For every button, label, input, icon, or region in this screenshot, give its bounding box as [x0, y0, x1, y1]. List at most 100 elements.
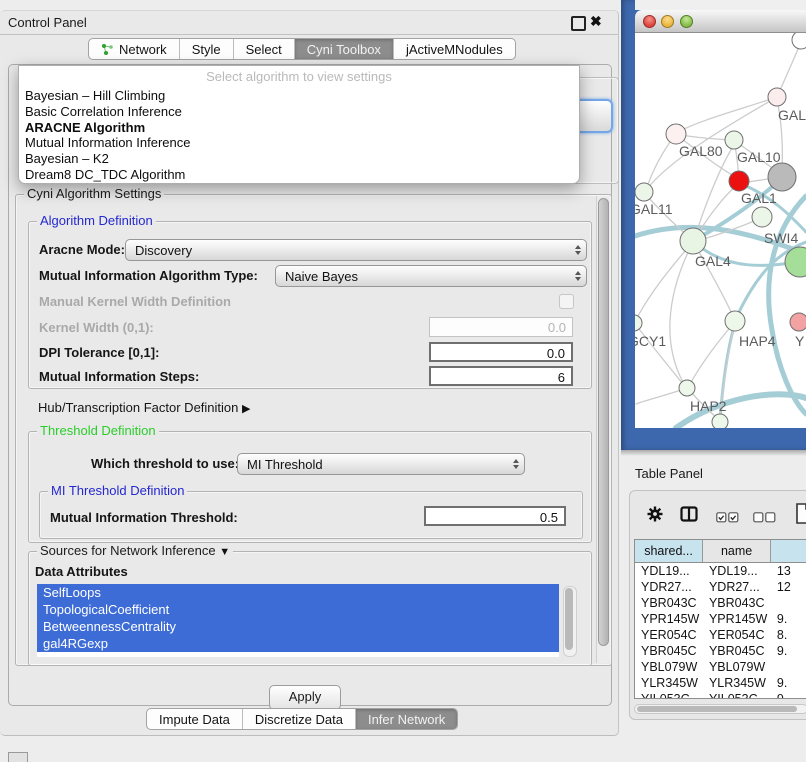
table-row[interactable]: YDR27...YDR27...12: [635, 579, 806, 595]
network-node-gal1[interactable]: [729, 171, 749, 191]
network-node-gal[interactable]: [768, 88, 786, 106]
network-node-hap4[interactable]: [725, 311, 745, 331]
sources-group-toggle[interactable]: Sources for Network Inference ▼: [37, 544, 233, 559]
window-shadow: [621, 450, 806, 456]
network-window-titlebar[interactable]: [635, 10, 806, 33]
table-row[interactable]: YDL19...YDL19...13: [635, 563, 806, 579]
tab-label: jActiveMNodules: [406, 42, 503, 57]
network-edge[interactable]: [769, 196, 806, 414]
algorithm-item[interactable]: ARACNE Algorithm: [25, 120, 573, 136]
aracne-mode-select[interactable]: Discovery: [125, 239, 587, 261]
tab-label: Cyni Toolbox: [307, 42, 381, 57]
select-all-checkboxes-icon[interactable]: [716, 512, 739, 523]
which-threshold-select[interactable]: MI Threshold: [237, 453, 525, 475]
zoom-traffic-light[interactable]: [680, 15, 693, 28]
column-header[interactable]: [771, 540, 806, 562]
table-cell: YDL19...: [635, 563, 703, 579]
table-row[interactable]: YIL053CYIL053C9: [635, 691, 806, 699]
apply-button[interactable]: Apply: [269, 685, 341, 710]
network-node[interactable]: [768, 163, 796, 191]
settings-scrollbar[interactable]: [596, 196, 610, 663]
table-row[interactable]: YLR345WYLR345W9.: [635, 675, 806, 691]
table-scroll-thumb[interactable]: [637, 706, 797, 712]
table-row[interactable]: YBL079WYBL079W: [635, 659, 806, 675]
attribute-item[interactable]: gal4RGexp: [37, 635, 559, 652]
table-row[interactable]: YBR043CYBR043C: [635, 595, 806, 611]
sources-group-title: Sources for Network Inference: [40, 543, 216, 558]
network-canvas[interactable]: GALGAL80GAL10GAL1GAL11SWI4GAL4GCY1HAP4YH…: [635, 33, 806, 428]
algorithm-dropdown-popup: Select algorithm to view settings Bayesi…: [18, 65, 580, 184]
attributes-scroll-thumb[interactable]: [565, 588, 573, 650]
table-cell: YER054C: [635, 627, 703, 643]
column-header[interactable]: name: [703, 540, 771, 562]
node-label: HAP2: [690, 398, 727, 414]
network-node-gal4[interactable]: [680, 228, 706, 254]
float-window-icon[interactable]: [571, 16, 586, 31]
tab-label: Discretize Data: [255, 712, 343, 727]
table-cell: 9.: [771, 643, 806, 659]
tab-cyni-toolbox[interactable]: Cyni Toolbox: [295, 39, 394, 59]
settings-scroll-thumb[interactable]: [598, 198, 609, 646]
minimize-traffic-light[interactable]: [661, 15, 674, 28]
attributes-scrollbar[interactable]: [563, 586, 577, 657]
mi-steps-label: Mutual Information Steps:: [39, 369, 199, 384]
columns-icon[interactable]: [680, 506, 698, 522]
tab-impute-data[interactable]: Impute Data: [147, 709, 243, 729]
algorithm-item[interactable]: Mutual Information Inference: [25, 135, 573, 151]
column-header[interactable]: shared...: [635, 540, 703, 562]
table-panel-title: Table Panel: [635, 466, 703, 481]
dpi-tolerance-input[interactable]: 0.0: [429, 342, 573, 362]
gear-icon[interactable]: [647, 506, 663, 522]
tab-style[interactable]: Style: [180, 39, 234, 59]
attribute-item[interactable]: SelfLoops: [37, 584, 559, 601]
tab-select[interactable]: Select: [234, 39, 295, 59]
table-horizontal-scrollbar[interactable]: [634, 704, 806, 714]
network-node-hap2[interactable]: [679, 380, 695, 396]
tab-discretize-data[interactable]: Discretize Data: [243, 709, 356, 729]
close-traffic-light[interactable]: [643, 15, 656, 28]
mi-steps-input[interactable]: 6: [429, 366, 573, 386]
table-cell: 9.: [771, 675, 806, 691]
background-sliver: [635, 0, 806, 10]
network-edge[interactable]: [636, 243, 692, 320]
network-node-gal10[interactable]: [725, 131, 743, 149]
algorithm-item[interactable]: Basic Correlation Inference: [25, 104, 573, 120]
network-node[interactable]: [712, 414, 728, 428]
algorithm-item[interactable]: Dream8 DC_TDC Algorithm: [25, 167, 573, 183]
corner-button[interactable]: [8, 752, 28, 762]
table-header: shared...name: [635, 540, 806, 563]
algorithm-item[interactable]: Bayesian – Hill Climbing: [25, 88, 573, 104]
table-row[interactable]: YBR045CYBR045C9.: [635, 643, 806, 659]
algorithm-item[interactable]: Bayesian – K2: [25, 151, 573, 167]
document-icon[interactable]: [796, 503, 806, 524]
deselect-all-checkboxes-icon[interactable]: [753, 512, 776, 523]
table-cell: 13: [771, 563, 806, 579]
network-node-swi4[interactable]: [752, 207, 772, 227]
network-node-y[interactable]: [790, 313, 806, 331]
close-icon[interactable]: ✖: [590, 13, 602, 30]
network-node-gcy1[interactable]: [635, 315, 642, 331]
tab-infer-network[interactable]: Infer Network: [356, 709, 457, 729]
aracne-mode-label: Aracne Mode:: [39, 242, 125, 257]
node-label: GAL10: [737, 149, 781, 165]
mi-algorithm-type-select[interactable]: Naive Bayes: [275, 265, 587, 287]
control-panel-title: Control Panel: [8, 15, 87, 30]
attribute-table[interactable]: shared...name YDL19...YDL19...13YDR27...…: [634, 539, 806, 699]
algorithm-definition-group: Algorithm Definition Aracne Mode: Discov…: [28, 221, 592, 389]
table-row[interactable]: YER054CYER054C8.: [635, 627, 806, 643]
node-label: GAL80: [679, 143, 723, 159]
kernel-width-input[interactable]: 0.0: [429, 317, 573, 337]
control-panel-window: Control Panel ✖ NetworkStyleSelect Cyni T…: [0, 10, 619, 736]
mi-threshold-input[interactable]: 0.5: [424, 506, 566, 526]
manual-kernel-width-checkbox[interactable]: [559, 294, 574, 309]
network-node-gal11[interactable]: [635, 183, 653, 201]
data-attributes-list[interactable]: SelfLoopsTopologicalCoefficientBetweenne…: [37, 584, 559, 657]
tab-network[interactable]: Network: [89, 39, 180, 59]
network-node-gal80[interactable]: [666, 124, 686, 144]
hub-section-toggle[interactable]: Hub/Transcription Factor Definition ▶: [38, 400, 250, 415]
table-row[interactable]: YPR145WYPR145W9.: [635, 611, 806, 627]
attribute-item[interactable]: TopologicalCoefficient: [37, 601, 559, 618]
attribute-item[interactable]: BetweennessCentrality: [37, 618, 559, 635]
tab-jactivemnodules[interactable]: jActiveMNodules: [394, 39, 515, 59]
network-node[interactable]: [792, 33, 806, 49]
